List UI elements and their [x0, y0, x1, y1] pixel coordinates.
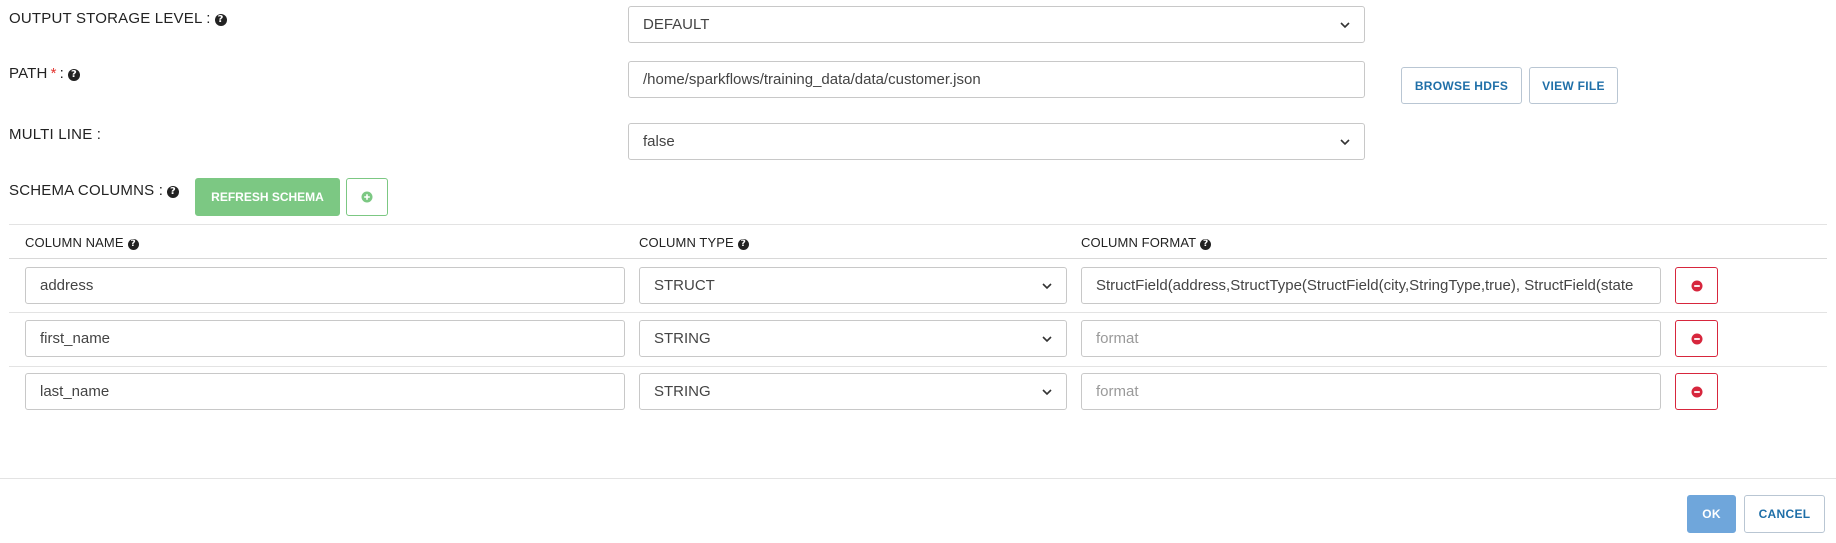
- column-type-select[interactable]: STRING: [639, 373, 1067, 410]
- view-file-button[interactable]: VIEW FILE: [1529, 67, 1618, 104]
- path-label: PATH *:?: [9, 65, 81, 82]
- multi-line-label: MULTI LINE :: [9, 126, 102, 143]
- chevron-down-icon: [1340, 138, 1350, 145]
- table-top-divider: [9, 224, 1827, 225]
- plus-circle-icon: [361, 191, 373, 203]
- column-format-input[interactable]: format: [1081, 320, 1661, 357]
- question-circle-icon[interactable]: ?: [1200, 239, 1212, 250]
- footer-divider: [0, 478, 1836, 479]
- add-column-button[interactable]: [346, 178, 388, 216]
- minus-circle-icon: [1691, 386, 1702, 397]
- column-name-input[interactable]: address: [25, 267, 625, 304]
- column-format-input[interactable]: StructField(address,StructType(StructFie…: [1081, 267, 1661, 304]
- column-type-select[interactable]: STRING: [639, 320, 1067, 357]
- question-circle-icon[interactable]: ?: [167, 186, 180, 198]
- browse-hdfs-button[interactable]: BROWSE HDFS: [1401, 67, 1522, 104]
- schema-columns-label: SCHEMA COLUMNS :?: [9, 182, 180, 199]
- refresh-schema-button[interactable]: REFRESH SCHEMA: [195, 178, 340, 216]
- minus-circle-icon: [1691, 280, 1702, 291]
- chevron-down-icon: [1042, 282, 1052, 289]
- path-input[interactable]: /home/sparkflows/training_data/data/cust…: [628, 61, 1365, 98]
- table-row: last_name STRING format: [0, 367, 1836, 420]
- question-circle-icon[interactable]: ?: [127, 239, 139, 250]
- question-circle-icon[interactable]: ?: [214, 14, 227, 26]
- remove-column-button[interactable]: [1675, 320, 1718, 357]
- table-row: first_name STRING format: [0, 313, 1836, 366]
- question-circle-icon[interactable]: ?: [68, 69, 81, 81]
- chevron-down-icon: [1042, 388, 1052, 395]
- output-storage-level-select[interactable]: DEFAULT: [628, 6, 1365, 43]
- column-name-header: COLUMN NAME?: [25, 235, 139, 250]
- output-storage-level-label: OUTPUT STORAGE LEVEL :?: [9, 10, 227, 27]
- chevron-down-icon: [1340, 21, 1350, 28]
- minus-circle-icon: [1691, 333, 1702, 344]
- chevron-down-icon: [1042, 335, 1052, 342]
- column-name-input[interactable]: last_name: [25, 373, 625, 410]
- column-name-input[interactable]: first_name: [25, 320, 625, 357]
- table-row: address STRUCT StructField(address,Struc…: [0, 259, 1836, 312]
- column-type-header: COLUMN TYPE?: [639, 235, 749, 250]
- multi-line-select[interactable]: false: [628, 123, 1365, 160]
- ok-button[interactable]: OK: [1687, 495, 1736, 533]
- column-format-input[interactable]: format: [1081, 373, 1661, 410]
- remove-column-button[interactable]: [1675, 267, 1718, 304]
- cancel-button[interactable]: CANCEL: [1744, 495, 1825, 533]
- question-circle-icon[interactable]: ?: [737, 239, 749, 250]
- column-format-header: COLUMN FORMAT?: [1081, 235, 1212, 250]
- required-marker: *: [50, 65, 57, 82]
- remove-column-button[interactable]: [1675, 373, 1718, 410]
- column-type-select[interactable]: STRUCT: [639, 267, 1067, 304]
